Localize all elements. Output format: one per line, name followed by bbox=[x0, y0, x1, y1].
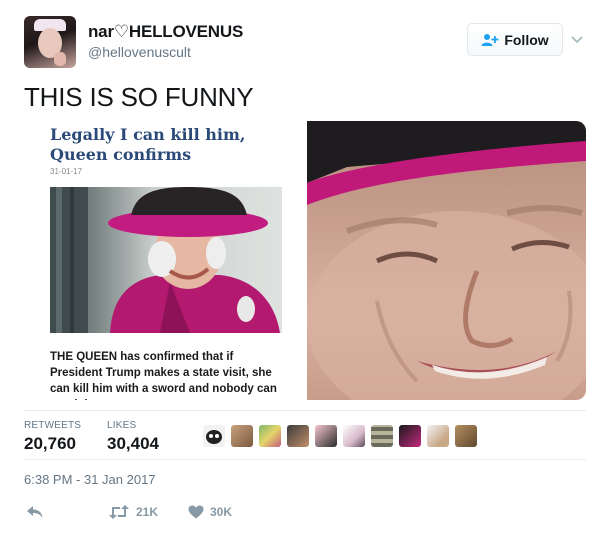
follow-label: Follow bbox=[504, 31, 549, 48]
user-avatar[interactable] bbox=[24, 16, 76, 68]
article-body: THE QUEEN has confirmed that if Presiden… bbox=[50, 351, 277, 400]
follow-button[interactable]: Follow bbox=[467, 23, 563, 56]
likes-stat[interactable]: LIKES 30,404 bbox=[107, 420, 159, 454]
avatar-hand bbox=[54, 52, 66, 66]
liker-avatar[interactable] bbox=[427, 425, 449, 447]
like-count: 30K bbox=[210, 505, 233, 519]
liker-avatar[interactable] bbox=[399, 425, 421, 447]
display-name-suffix: HELLOVENUS bbox=[128, 22, 244, 41]
queen-closeup-illustration bbox=[307, 121, 586, 400]
tweet-text: THIS IS SO FUNNY bbox=[24, 82, 254, 112]
liker-avatar[interactable] bbox=[259, 425, 281, 447]
retweets-stat[interactable]: RETWEETS 20,760 bbox=[24, 420, 81, 454]
reply-icon bbox=[27, 506, 43, 518]
retweet-icon bbox=[109, 505, 129, 519]
article-title: Legally I can kill him, Queen confirms bbox=[50, 125, 246, 164]
heart-icon: ♡ bbox=[113, 22, 129, 41]
retweets-label: RETWEETS bbox=[24, 420, 82, 431]
liker-avatar[interactable] bbox=[315, 425, 337, 447]
liker-avatars bbox=[203, 425, 477, 447]
likes-value: 30,404 bbox=[107, 434, 159, 453]
liker-avatar[interactable] bbox=[455, 425, 477, 447]
retweet-count: 21K bbox=[136, 505, 159, 519]
reply-button[interactable] bbox=[26, 505, 44, 519]
display-name[interactable]: nar♡HELLOVENUS bbox=[88, 22, 243, 42]
liker-avatar[interactable] bbox=[231, 425, 253, 447]
article-photo bbox=[50, 187, 282, 333]
chevron-down-icon[interactable] bbox=[570, 32, 584, 46]
article-date: 31-01-17 bbox=[50, 167, 83, 176]
display-name-prefix: nar bbox=[88, 22, 114, 41]
divider bbox=[24, 410, 586, 411]
retweet-button[interactable]: 21K bbox=[108, 505, 158, 519]
media-closeup-image[interactable] bbox=[307, 121, 586, 400]
liker-avatar[interactable] bbox=[343, 425, 365, 447]
liker-avatar[interactable] bbox=[203, 425, 225, 447]
follow-person-plus-icon bbox=[481, 33, 499, 46]
liker-avatar[interactable] bbox=[371, 425, 393, 447]
like-button[interactable]: 30K bbox=[188, 505, 232, 519]
user-handle[interactable]: @hellovenuscult bbox=[88, 44, 191, 60]
likes-label: LIKES bbox=[107, 420, 137, 431]
retweets-value: 20,760 bbox=[24, 434, 76, 453]
tweet-timestamp[interactable]: 6:38 PM - 31 Jan 2017 bbox=[24, 472, 156, 487]
liker-avatar[interactable] bbox=[287, 425, 309, 447]
queen-photo-illustration bbox=[50, 187, 280, 333]
media-article-image[interactable]: Legally I can kill him, Queen confirms 3… bbox=[24, 121, 305, 400]
divider bbox=[24, 459, 586, 460]
heart-icon bbox=[188, 505, 204, 519]
